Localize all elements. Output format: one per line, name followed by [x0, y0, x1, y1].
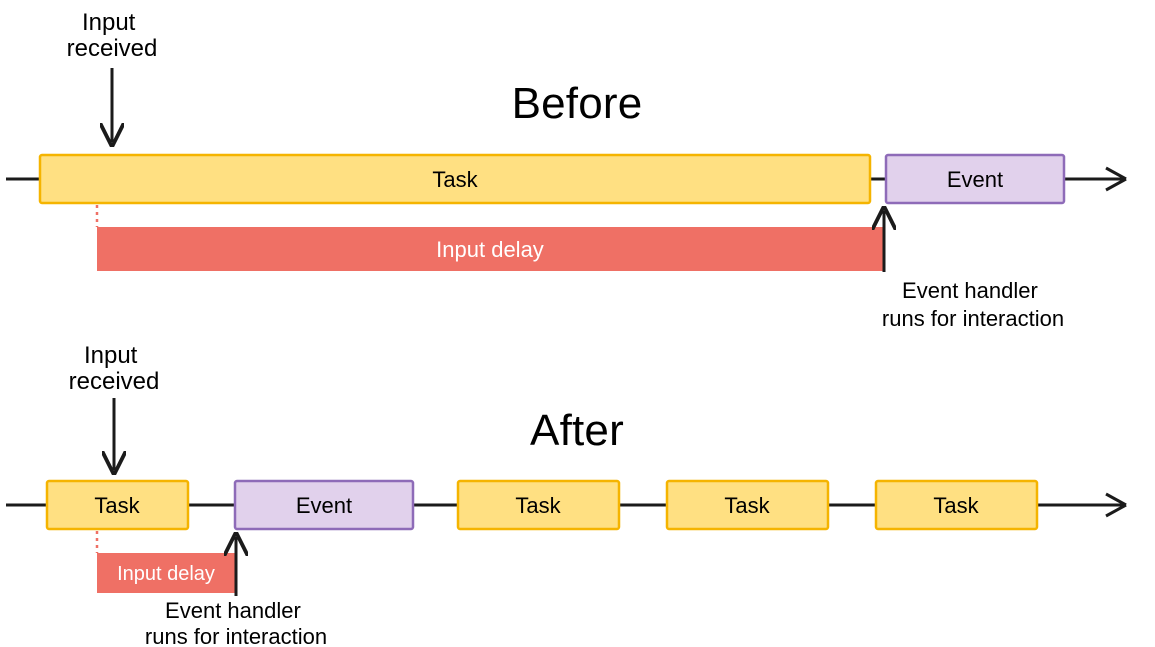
before-input-delay-label: Input delay [436, 237, 544, 262]
after-handler-caption: Event handler runs for interaction [145, 598, 327, 647]
diagram: Before Input received Task Event Input d… [0, 0, 1155, 647]
after-task-4-label: Task [933, 493, 979, 518]
before-heading: Before [512, 79, 643, 128]
after-heading: After [530, 406, 624, 455]
before-task-label: Task [432, 167, 478, 192]
before-event-label: Event [947, 167, 1003, 192]
before-input-received-label: Input received [67, 9, 158, 62]
after-section: After Input received Task Event Task Tas… [6, 342, 1126, 647]
after-task-2-label: Task [515, 493, 561, 518]
after-input-delay-label: Input delay [117, 563, 215, 585]
after-task-3-label: Task [724, 493, 770, 518]
after-task-1-label: Task [94, 493, 140, 518]
before-handler-caption: Event handler runs for interaction [882, 278, 1064, 331]
before-section: Before Input received Task Event Input d… [6, 9, 1126, 331]
after-input-received-label: Input received [69, 342, 160, 395]
after-event-label: Event [296, 493, 352, 518]
